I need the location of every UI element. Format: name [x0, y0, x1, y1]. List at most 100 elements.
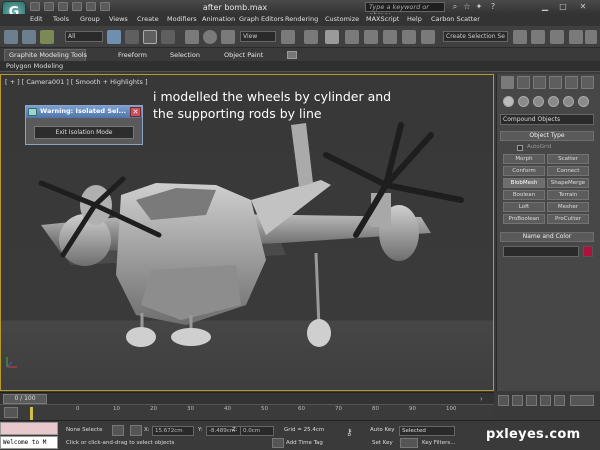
shapemerge-button[interactable]: ShapeMerge: [547, 178, 589, 188]
key-icon[interactable]: ⚷: [346, 428, 362, 438]
menu-group[interactable]: Group: [80, 15, 100, 23]
time-tag-icon[interactable]: [272, 438, 284, 448]
menu-tools[interactable]: Tools: [53, 15, 69, 23]
selection-filter-dropdown[interactable]: All: [65, 31, 103, 42]
motion-tab-icon[interactable]: [549, 76, 562, 89]
tab-selection[interactable]: Selection: [170, 51, 200, 59]
auto-key-label[interactable]: Auto Key: [370, 427, 395, 433]
select-manipulate-icon[interactable]: [304, 30, 318, 44]
script-mini-listener-output[interactable]: [0, 422, 58, 435]
modify-tab-icon[interactable]: [517, 76, 530, 89]
graphite-toggle-icon[interactable]: [569, 30, 583, 44]
play-icon[interactable]: [526, 395, 537, 406]
utilities-tab-icon[interactable]: [581, 76, 594, 89]
display-tab-icon[interactable]: [565, 76, 578, 89]
menu-modifiers[interactable]: Modifiers: [167, 15, 197, 23]
minimize-button[interactable]: ▁: [540, 2, 550, 12]
scatter-button[interactable]: Scatter: [547, 154, 589, 164]
redo-scene-icon[interactable]: [22, 30, 36, 44]
x-coordinate-field[interactable]: 15.672cm: [152, 426, 194, 436]
script-mini-listener[interactable]: Welcome to M: [0, 436, 58, 449]
close-button[interactable]: ✕: [578, 2, 588, 12]
menu-views[interactable]: Views: [109, 15, 128, 23]
go-to-start-icon[interactable]: [498, 395, 509, 406]
menu-help[interactable]: Help: [407, 15, 422, 23]
menu-maxscript[interactable]: MAXScript: [366, 15, 399, 23]
scale-icon[interactable]: [221, 30, 235, 44]
edit-named-selection-icon[interactable]: [421, 30, 435, 44]
search-icon[interactable]: ⌕: [450, 2, 460, 12]
layer-manager-icon[interactable]: [550, 30, 564, 44]
key-mode-dropdown[interactable]: Selected: [399, 426, 455, 436]
morph-button[interactable]: Morph: [503, 154, 545, 164]
ribbon-options-icon[interactable]: [287, 51, 297, 59]
open-file-icon[interactable]: [44, 2, 54, 11]
select-by-name-icon[interactable]: [125, 30, 139, 44]
menu-create[interactable]: Create: [137, 15, 159, 23]
mirror-icon[interactable]: [513, 30, 527, 44]
redo-icon[interactable]: [86, 2, 96, 11]
absolute-mode-icon[interactable]: [130, 425, 142, 436]
object-name-field[interactable]: [503, 246, 579, 257]
terrain-button[interactable]: Terrain: [547, 190, 589, 200]
search-input[interactable]: Type a keyword or phrase: [365, 2, 445, 19]
ribbon-polygon-modeling-label[interactable]: Polygon Modeling: [6, 62, 63, 70]
object-category-dropdown[interactable]: Compound Objects: [500, 114, 594, 125]
name-and-color-rollout[interactable]: Name and Color: [500, 232, 594, 242]
time-slider-thumb[interactable]: 0 / 100: [3, 394, 47, 404]
track-bar[interactable]: 0 10 20 30 40 50 60 70 80 90 100: [0, 404, 494, 420]
menu-edit[interactable]: Edit: [30, 15, 43, 23]
helpers-icon[interactable]: [563, 96, 574, 107]
select-link-icon[interactable]: [40, 30, 54, 44]
keyboard-shortcut-icon[interactable]: [325, 30, 339, 44]
tab-freeform[interactable]: Freeform: [118, 51, 147, 59]
reference-coordinate-dropdown[interactable]: View: [240, 31, 276, 42]
menu-animation[interactable]: Animation: [202, 15, 235, 23]
set-key-mode-icon[interactable]: [400, 438, 418, 448]
conform-button[interactable]: Conform: [503, 166, 545, 176]
spinner-snap-icon[interactable]: [402, 30, 416, 44]
object-color-swatch[interactable]: [583, 246, 593, 257]
current-frame-field[interactable]: [570, 395, 594, 406]
menu-graph-editors[interactable]: Graph Editors: [239, 15, 284, 23]
autogrid-checkbox[interactable]: [517, 145, 523, 151]
add-time-tag[interactable]: Add Time Tag: [286, 440, 323, 446]
new-file-icon[interactable]: [30, 2, 40, 11]
angle-snap-icon[interactable]: [364, 30, 378, 44]
geometry-icon[interactable]: [503, 96, 514, 107]
create-tab-icon[interactable]: [501, 76, 514, 89]
camera-viewport[interactable]: [ + ] [ Camera001 ] [ Smooth + Highlight…: [0, 74, 494, 391]
window-crossing-icon[interactable]: [161, 30, 175, 44]
save-file-icon[interactable]: [58, 2, 68, 11]
mini-curve-editor-icon[interactable]: [4, 407, 18, 418]
named-selection-set-dropdown[interactable]: Create Selection Se: [443, 31, 508, 42]
space-warps-icon[interactable]: [578, 96, 589, 107]
go-to-end-icon[interactable]: [554, 395, 565, 406]
connect-button[interactable]: Connect: [547, 166, 589, 176]
object-type-rollout[interactable]: Object Type: [500, 131, 594, 141]
move-icon[interactable]: [185, 30, 199, 44]
project-folder-icon[interactable]: [100, 2, 110, 11]
next-key-icon[interactable]: [540, 395, 551, 406]
menu-customize[interactable]: Customize: [325, 15, 359, 23]
maximize-button[interactable]: □: [558, 2, 568, 12]
hierarchy-tab-icon[interactable]: [533, 76, 546, 89]
next-frame-icon[interactable]: ›: [480, 395, 483, 403]
favorites-icon[interactable]: ✦: [474, 2, 484, 12]
undo-scene-icon[interactable]: [4, 30, 18, 44]
pivot-center-icon[interactable]: [281, 30, 295, 44]
exit-isolation-button[interactable]: Exit Isolation Mode: [34, 126, 134, 139]
undo-icon[interactable]: [72, 2, 82, 11]
proboolean-button[interactable]: ProBoolean: [503, 214, 545, 224]
rotate-icon[interactable]: [203, 30, 217, 44]
menu-carbon-scatter[interactable]: Carbon Scatter: [431, 15, 480, 23]
key-filters-button[interactable]: Key Filters...: [422, 440, 455, 446]
cameras-icon[interactable]: [548, 96, 559, 107]
select-object-icon[interactable]: [107, 30, 121, 44]
help-icon[interactable]: ?: [488, 2, 498, 12]
set-key-label[interactable]: Set Key: [372, 440, 393, 446]
previous-frame-icon[interactable]: [512, 395, 523, 406]
curve-editor-icon[interactable]: [585, 30, 597, 44]
boolean-button[interactable]: Boolean: [503, 190, 545, 200]
loft-button[interactable]: Loft: [503, 202, 545, 212]
